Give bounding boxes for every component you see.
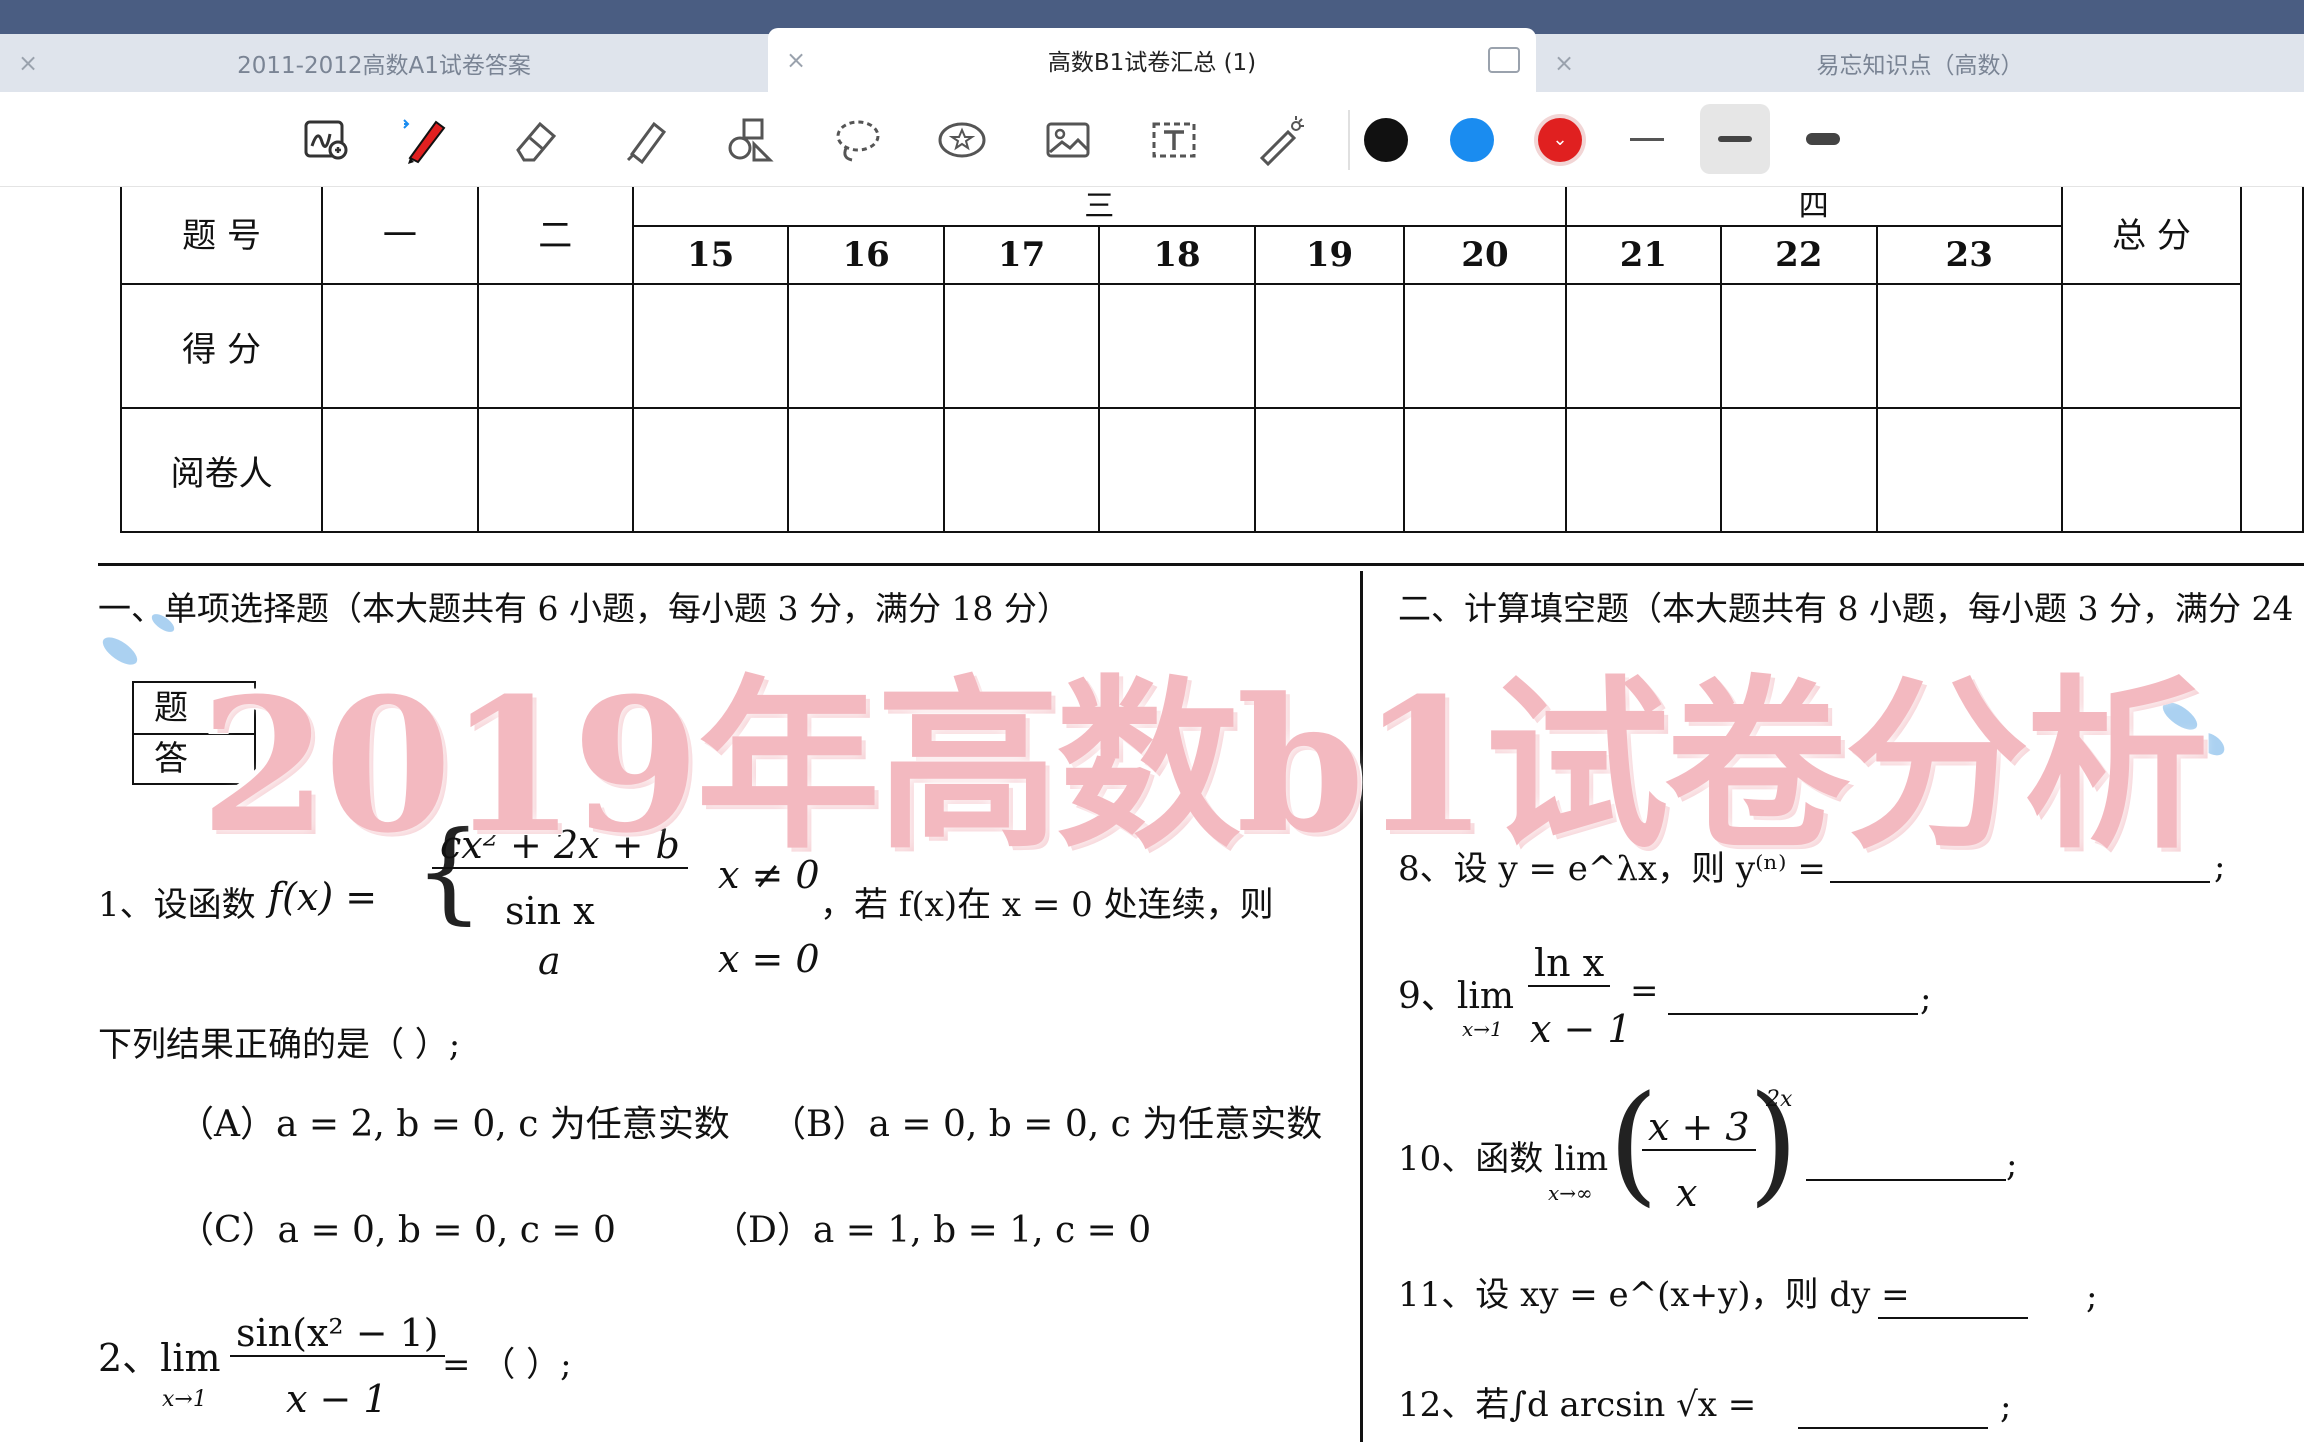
pen-icon[interactable] xyxy=(398,112,454,168)
option-a: （A）a = 2, b = 0, c 为任意实数 xyxy=(178,1104,730,1145)
q10-denominator: x xyxy=(1676,1171,1698,1215)
q1-suffix: ，若 f(x)在 x = 0 处连续，则 xyxy=(820,885,1274,925)
q9-denominator: x − 1 xyxy=(1530,1007,1632,1051)
tab-2011-2012-a1[interactable]: × 2011-2012高数A1试卷答案 xyxy=(0,34,768,92)
pdf-page: 题 号 一 二 三 四 总 分 15 16 17 18 19 20 21 22 … xyxy=(0,187,2304,1442)
highlighter-icon[interactable] xyxy=(618,112,674,168)
q9-numerator: ln x xyxy=(1528,941,1611,987)
semicolon: ; xyxy=(2006,1145,2018,1185)
question-number: 15 xyxy=(631,225,790,285)
tab-b1-summary[interactable]: × 高数B1试卷汇总 (1) xyxy=(768,28,1536,92)
row-label-score: 得 分 xyxy=(119,283,324,409)
section-three: 三 xyxy=(631,187,1567,227)
question-number: 16 xyxy=(787,225,945,285)
close-icon[interactable]: × xyxy=(18,49,38,77)
shapes-icon[interactable] xyxy=(722,112,778,168)
option-b: （B）a = 0, b = 0, c 为任意实数 xyxy=(770,1104,1323,1145)
stroke-thin-button[interactable] xyxy=(1612,104,1682,174)
tab-forgettable-points[interactable]: × 易忘知识点（高数） xyxy=(1536,34,2304,92)
question-number: 22 xyxy=(1720,225,1878,285)
table-cut-column xyxy=(2240,187,2304,533)
split-view-icon[interactable] xyxy=(1488,47,1520,73)
section-divider xyxy=(98,563,2304,566)
question-number: 18 xyxy=(1098,225,1256,285)
eraser-icon[interactable] xyxy=(508,112,564,168)
q2-prefix: 2、lim xyxy=(98,1336,221,1380)
sticker-icon[interactable] xyxy=(934,112,990,168)
q12-text: 12、若∫d arcsin √x = xyxy=(1398,1385,1757,1425)
q1-condition2: x = 0 xyxy=(718,937,820,981)
section-four: 四 xyxy=(1564,187,2063,227)
q1-tail: 下列结果正确的是（ ）; xyxy=(98,1025,461,1065)
q10-numerator: x + 3 xyxy=(1642,1105,1756,1151)
tab-label: 高数B1试卷汇总 (1) xyxy=(1047,50,1257,76)
question-number: 20 xyxy=(1403,225,1567,285)
lasso-icon[interactable] xyxy=(830,112,886,168)
q11-text: 11、设 xy = e^(x+y)，则 dy = xyxy=(1398,1275,1910,1315)
q10-limit-sub: x→∞ xyxy=(1548,1181,1593,1205)
q12-blank xyxy=(1798,1427,1988,1429)
q2-limit-sub: x→1 xyxy=(162,1387,207,1412)
q9-blank xyxy=(1668,1013,1918,1015)
annotation-toolbar: ⌄ xyxy=(0,92,2304,187)
question-number: 21 xyxy=(1564,225,1723,285)
q2-tail: = （ ）; xyxy=(442,1345,572,1385)
tab-bar: × 2011-2012高数A1试卷答案 × 高数B1试卷汇总 (1) × 易忘知… xyxy=(0,28,2304,92)
option-d: （D）a = 1, b = 1, c = 0 xyxy=(712,1210,1152,1251)
row-label-grader: 阅卷人 xyxy=(119,407,324,533)
q2-numerator: sin(x² − 1) xyxy=(230,1311,445,1357)
q1-prefix: 1、设函数 xyxy=(98,885,256,925)
score-table: 题 号 一 二 三 四 总 分 15 16 17 18 19 20 21 22 … xyxy=(119,187,2304,533)
sparkle-decoration xyxy=(98,632,142,670)
q11-blank xyxy=(1878,1317,2028,1319)
question-number: 17 xyxy=(942,225,1101,285)
section-two: 二 xyxy=(476,187,634,285)
q9-prefix: 9、lim xyxy=(1398,976,1515,1017)
q2-denominator: x − 1 xyxy=(286,1377,388,1421)
q1-case-a: a xyxy=(538,939,561,983)
text-icon[interactable] xyxy=(1146,112,1202,168)
close-icon[interactable]: × xyxy=(1554,49,1574,77)
overlay-title: 2019年高数b1试卷分析 xyxy=(195,653,2214,879)
stroke-medium-button[interactable] xyxy=(1700,104,1770,174)
image-icon[interactable] xyxy=(1040,112,1096,168)
question-number: 19 xyxy=(1253,225,1406,285)
close-icon[interactable]: × xyxy=(786,46,806,74)
q1-denominator: sin x xyxy=(505,889,595,933)
color-red-swatch[interactable]: ⌄ xyxy=(1538,118,1582,162)
question-number: 23 xyxy=(1875,225,2063,285)
color-black-swatch[interactable] xyxy=(1364,118,1408,162)
laser-pointer-icon[interactable] xyxy=(1252,112,1308,168)
total-score-label: 总 分 xyxy=(2060,187,2243,285)
q10-prefix: 10、函数 lim xyxy=(1398,1139,1609,1179)
q10-exponent: 2x xyxy=(1766,1087,1793,1112)
row-label-question: 题 号 xyxy=(119,187,324,285)
stroke-thick-button[interactable] xyxy=(1788,104,1858,174)
color-blue-swatch[interactable] xyxy=(1450,118,1494,162)
chevron-down-icon: ⌄ xyxy=(1552,129,1568,150)
q9-limit-sub: x→1 xyxy=(1462,1017,1503,1041)
semicolon: ; xyxy=(2086,1277,2098,1317)
divider xyxy=(1348,110,1350,170)
q10-blank xyxy=(1806,1179,2006,1181)
option-c: （C）a = 0, b = 0, c = 0 xyxy=(178,1210,616,1251)
semicolon: ; xyxy=(2214,847,2226,887)
equals: = xyxy=(1630,971,1659,1011)
zoom-ink-icon[interactable] xyxy=(298,112,354,168)
tab-label: 易忘知识点（高数） xyxy=(1816,53,2024,79)
tab-label: 2011-2012高数A1试卷答案 xyxy=(237,53,531,79)
semicolon: ; xyxy=(2000,1387,2012,1427)
semicolon: ; xyxy=(1920,979,1932,1019)
section-one: 一 xyxy=(321,187,479,285)
